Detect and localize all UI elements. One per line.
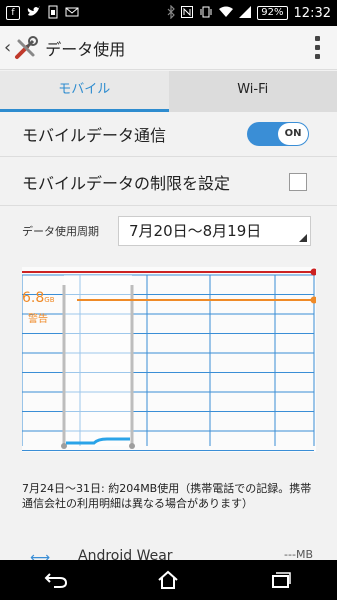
dropdown-arrow-icon bbox=[299, 234, 307, 242]
status-bar: f 92% 12:32 bbox=[0, 0, 337, 26]
cycle-row: データ使用周期 7月20日～8月19日 bbox=[0, 206, 337, 256]
tab-bar: モバイル Wi-Fi bbox=[0, 71, 337, 112]
usage-summary: 7月24日～31日: 約204MB使用（携帯電話での記録。携帯通信会社の利用明細… bbox=[22, 482, 312, 510]
app-usage: ---MB bbox=[284, 548, 313, 560]
battery-icon: 92% bbox=[257, 6, 288, 20]
navigation-bar bbox=[0, 560, 337, 600]
mobile-data-label: モバイルデータ通信 bbox=[22, 126, 167, 145]
data-limit-checkbox[interactable] bbox=[289, 172, 307, 191]
clock: 12:32 bbox=[293, 5, 331, 21]
data-limit-label: モバイルデータの制限を設定 bbox=[22, 173, 231, 193]
warning-label: 警告 bbox=[28, 314, 48, 325]
sim-icon bbox=[48, 5, 58, 22]
facebook-icon: f bbox=[6, 6, 20, 20]
cycle-label: データ使用周期 bbox=[22, 225, 99, 238]
app-name: Android Wear bbox=[78, 548, 173, 560]
cycle-dropdown[interactable]: 7月20日～8月19日 bbox=[118, 216, 311, 246]
tab-mobile[interactable]: モバイル bbox=[0, 71, 169, 112]
mobile-data-toggle[interactable]: ON bbox=[247, 122, 309, 146]
back-chevron-icon[interactable]: ‹ bbox=[4, 37, 11, 58]
vibrate-icon bbox=[199, 6, 213, 21]
signal-icon bbox=[239, 5, 252, 21]
overflow-menu-icon[interactable] bbox=[315, 36, 321, 59]
warning-value: 6.8GB bbox=[22, 290, 55, 306]
back-icon[interactable] bbox=[26, 560, 86, 600]
mobile-data-row[interactable]: モバイルデータ通信 ON bbox=[0, 112, 337, 157]
wifi-icon bbox=[219, 6, 234, 21]
tab-wifi[interactable]: Wi-Fi bbox=[168, 71, 337, 112]
android-wear-app-icon: ⟷ bbox=[30, 550, 51, 560]
action-bar: ‹ データ使用 bbox=[0, 26, 337, 70]
bluetooth-icon bbox=[167, 4, 176, 22]
data-usage-chart[interactable] bbox=[22, 267, 316, 452]
toggle-knob: ON bbox=[278, 123, 308, 145]
twitter-icon bbox=[27, 5, 41, 21]
recent-apps-icon[interactable] bbox=[251, 560, 311, 600]
data-limit-row[interactable]: モバイルデータの制限を設定 bbox=[0, 158, 337, 206]
page-title: データ使用 bbox=[45, 39, 126, 59]
chart-sweep-knob bbox=[129, 443, 135, 449]
cycle-value: 7月20日～8月19日 bbox=[129, 222, 262, 240]
settings-tools-icon[interactable] bbox=[13, 35, 39, 61]
app-list-item[interactable]: ⟷ Android Wear ---MB bbox=[0, 546, 337, 560]
nfc-icon bbox=[181, 5, 194, 21]
home-icon[interactable] bbox=[138, 560, 198, 600]
mail-icon bbox=[65, 6, 79, 21]
